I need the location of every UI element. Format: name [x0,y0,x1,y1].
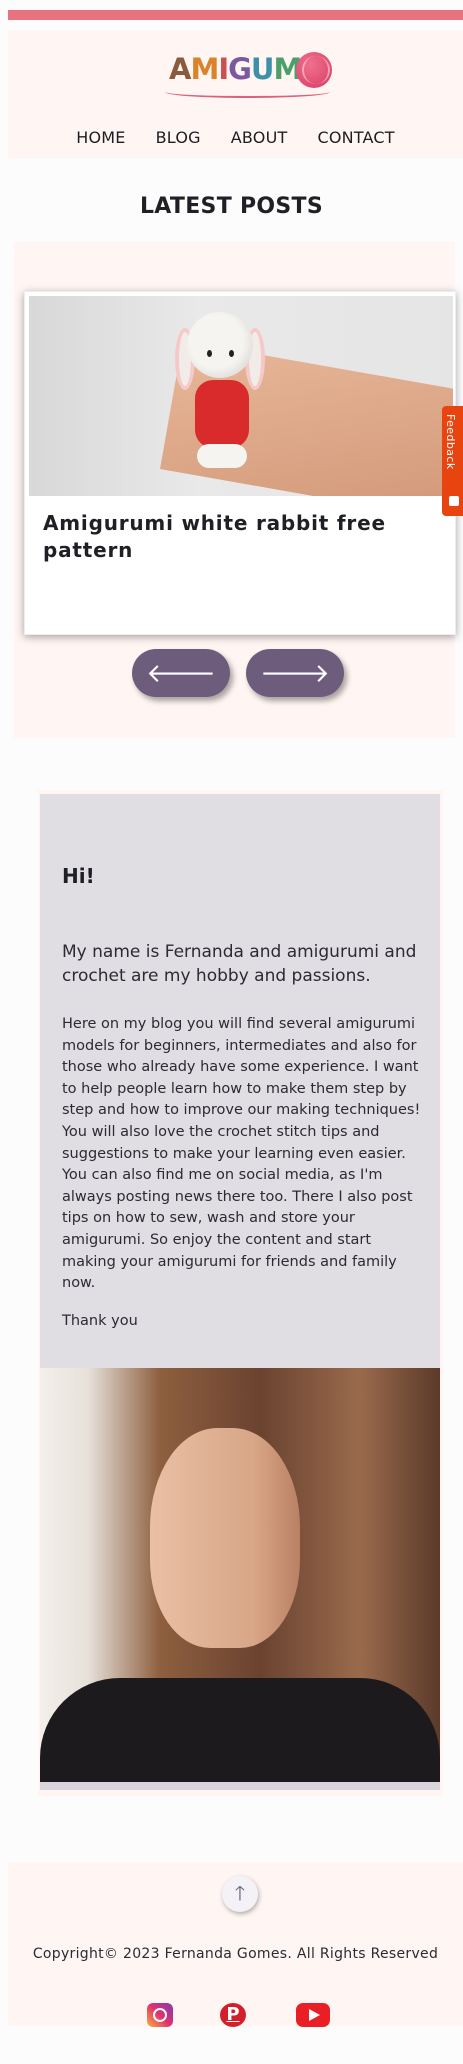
about-intro: My name is Fernanda and amigurumi and cr… [62,942,417,986]
back-to-top-button[interactable]: 🡑 [222,1876,258,1912]
nav-item-blog[interactable]: BLOG [156,128,201,147]
nav-item-contact[interactable]: CONTACT [317,128,394,147]
post-image-rabbit[interactable] [29,296,453,496]
instagram-icon[interactable] [147,2003,173,2027]
rabbit-feet [197,444,247,468]
feedback-tab[interactable]: Feedback [442,406,463,516]
copyright-text: Copyright© 2023 Fernanda Gomes. All Righ… [32,1946,439,1962]
nav-item-home[interactable]: HOME [76,128,125,147]
top-accent-bar [8,10,463,20]
main-nav: HOME BLOG ABOUT CONTACT [8,128,463,147]
nav-item-about[interactable]: ABOUT [231,128,288,147]
about-greeting: Hi! [62,864,95,888]
rabbit-eye [229,350,234,357]
site-footer: 🡑 Copyright© 2023 Fernanda Gomes. All Ri… [8,1862,463,2027]
site-header: AMIGUME HOME BLOG ABOUT CONTACT [8,30,463,158]
pinterest-icon[interactable]: P [220,2003,246,2027]
about-section: Hi! My name is Fernanda and amigurumi an… [38,790,443,1796]
about-body: Here on my blog you will find several am… [62,1016,421,1292]
author-sweater [40,1678,440,1790]
feedback-icon [449,496,459,506]
about-text-box: Hi! My name is Fernanda and amigurumi an… [40,794,440,1368]
author-photo [40,1368,440,1790]
about-thanks: Thank you [62,1313,138,1329]
photo-border [40,1782,440,1790]
rabbit-head [187,312,253,378]
latest-posts-heading: LATEST POSTS [139,194,323,219]
author-face [150,1428,300,1648]
carousel-prev-button[interactable]: 🡐 [132,649,230,697]
post-card[interactable]: Amigurumi white rabbit free pattern [24,291,456,635]
youtube-icon[interactable] [296,2003,330,2027]
post-title[interactable]: Amigurumi white rabbit free pattern [43,510,439,564]
rabbit-overalls [195,380,249,448]
yarn-ball-icon [296,52,332,88]
site-logo[interactable]: AMIGUME [163,52,338,100]
yarn-thread-decoration [165,86,330,98]
carousel-next-button[interactable]: 🡒 [246,649,344,697]
rabbit-eye [207,350,212,357]
feedback-label: Feedback [444,414,457,470]
latest-posts-carousel: Amigurumi white rabbit free pattern 🡐 🡒 [14,242,456,738]
